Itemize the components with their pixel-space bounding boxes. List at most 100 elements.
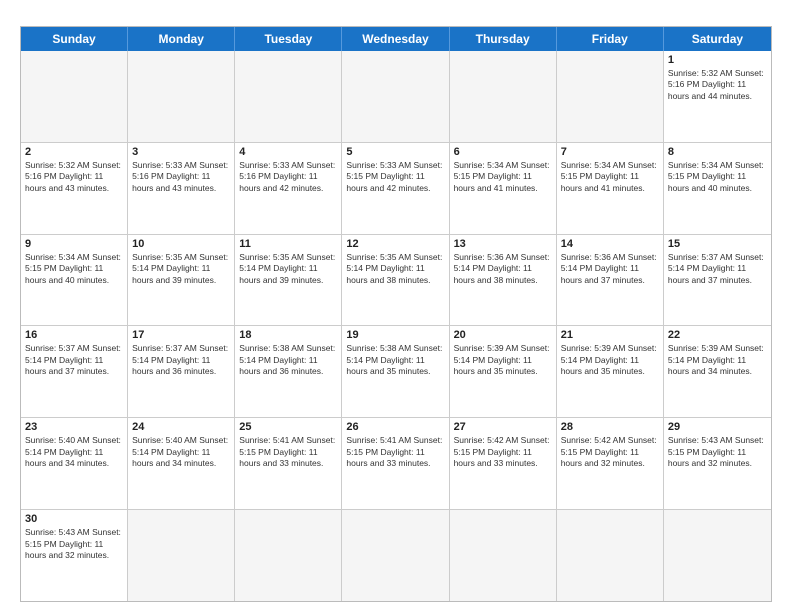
day-number: 21 [561, 329, 659, 341]
calendar-row-5: 30Sunrise: 5:43 AM Sunset: 5:15 PM Dayli… [21, 509, 771, 601]
day-number: 23 [25, 421, 123, 433]
day-number: 29 [668, 421, 767, 433]
day-cell-empty-5-1 [128, 510, 235, 601]
day-cell-empty-0-4 [450, 51, 557, 142]
day-cell-26: 26 Sunrise: 5:41 AM Sunset: 5:15 PM Dayli… [342, 418, 449, 509]
day-cell-19: 19 Sunrise: 5:38 AM Sunset: 5:14 PM Dayli… [342, 326, 449, 417]
day-info: Sunrise: 5:37 AM Sunset: 5:14 PM Dayligh… [25, 343, 123, 377]
day-number: 28 [561, 421, 659, 433]
day-cell-28: 28 Sunrise: 5:42 AM Sunset: 5:15 PM Dayli… [557, 418, 664, 509]
day-info: Sunrise: 5:37 AM Sunset: 5:14 PM Dayligh… [132, 343, 230, 377]
calendar-row-1: 2 Sunrise: 5:32 AM Sunset: 5:16 PM Daylig… [21, 142, 771, 234]
day-number: 20 [454, 329, 552, 341]
day-cell-23: 23 Sunrise: 5:40 AM Sunset: 5:14 PM Dayli… [21, 418, 128, 509]
day-number: 9 [25, 238, 123, 250]
day-cell-14: 14 Sunrise: 5:36 AM Sunset: 5:14 PM Dayli… [557, 235, 664, 326]
day-number: 6 [454, 146, 552, 158]
day-cell-10: 10 Sunrise: 5:35 AM Sunset: 5:14 PM Dayli… [128, 235, 235, 326]
day-cell-empty-5-5 [557, 510, 664, 601]
day-info: Sunrise: 5:43 AM Sunset: 5:15 PM Dayligh… [668, 435, 767, 469]
calendar-row-4: 23 Sunrise: 5:40 AM Sunset: 5:14 PM Dayli… [21, 417, 771, 509]
day-number: 24 [132, 421, 230, 433]
calendar-body: 1Sunrise: 5:32 AM Sunset: 5:16 PM Daylig… [21, 51, 771, 601]
day-cell-4: 4 Sunrise: 5:33 AM Sunset: 5:16 PM Daylig… [235, 143, 342, 234]
weekday-header-tuesday: Tuesday [235, 27, 342, 51]
day-info: Sunrise: 5:41 AM Sunset: 5:15 PM Dayligh… [346, 435, 444, 469]
day-cell-2: 2 Sunrise: 5:32 AM Sunset: 5:16 PM Daylig… [21, 143, 128, 234]
day-cell-empty-5-2 [235, 510, 342, 601]
day-number: 4 [239, 146, 337, 158]
day-cell-empty-5-6 [664, 510, 771, 601]
day-cell-30: 30Sunrise: 5:43 AM Sunset: 5:15 PM Dayli… [21, 510, 128, 601]
day-number: 10 [132, 238, 230, 250]
day-info: Sunrise: 5:41 AM Sunset: 5:15 PM Dayligh… [239, 435, 337, 469]
day-info: Sunrise: 5:32 AM Sunset: 5:16 PM Dayligh… [25, 160, 123, 194]
day-number: 14 [561, 238, 659, 250]
day-number: 15 [668, 238, 767, 250]
day-number: 26 [346, 421, 444, 433]
weekday-header-thursday: Thursday [450, 27, 557, 51]
day-cell-22: 22 Sunrise: 5:39 AM Sunset: 5:14 PM Dayli… [664, 326, 771, 417]
day-number: 3 [132, 146, 230, 158]
day-cell-17: 17 Sunrise: 5:37 AM Sunset: 5:14 PM Dayli… [128, 326, 235, 417]
day-cell-5: 5 Sunrise: 5:33 AM Sunset: 5:15 PM Daylig… [342, 143, 449, 234]
day-info: Sunrise: 5:38 AM Sunset: 5:14 PM Dayligh… [239, 343, 337, 377]
day-cell-7: 7 Sunrise: 5:34 AM Sunset: 5:15 PM Daylig… [557, 143, 664, 234]
calendar-header: SundayMondayTuesdayWednesdayThursdayFrid… [21, 27, 771, 51]
day-info: Sunrise: 5:33 AM Sunset: 5:16 PM Dayligh… [132, 160, 230, 194]
weekday-header-monday: Monday [128, 27, 235, 51]
day-cell-29: 29 Sunrise: 5:43 AM Sunset: 5:15 PM Dayli… [664, 418, 771, 509]
day-info: Sunrise: 5:39 AM Sunset: 5:14 PM Dayligh… [561, 343, 659, 377]
day-cell-9: 9 Sunrise: 5:34 AM Sunset: 5:15 PM Daylig… [21, 235, 128, 326]
day-info: Sunrise: 5:42 AM Sunset: 5:15 PM Dayligh… [561, 435, 659, 469]
weekday-header-sunday: Sunday [21, 27, 128, 51]
day-info: Sunrise: 5:40 AM Sunset: 5:14 PM Dayligh… [25, 435, 123, 469]
day-cell-8: 8Sunrise: 5:34 AM Sunset: 5:15 PM Daylig… [664, 143, 771, 234]
day-number: 25 [239, 421, 337, 433]
calendar-row-3: 16 Sunrise: 5:37 AM Sunset: 5:14 PM Dayli… [21, 325, 771, 417]
day-cell-11: 11 Sunrise: 5:35 AM Sunset: 5:14 PM Dayli… [235, 235, 342, 326]
day-cell-empty-0-2 [235, 51, 342, 142]
day-number: 8 [668, 146, 767, 158]
day-cell-27: 27Sunrise: 5:42 AM Sunset: 5:15 PM Dayli… [450, 418, 557, 509]
day-info: Sunrise: 5:39 AM Sunset: 5:14 PM Dayligh… [454, 343, 552, 377]
day-info: Sunrise: 5:39 AM Sunset: 5:14 PM Dayligh… [668, 343, 767, 377]
day-info: Sunrise: 5:38 AM Sunset: 5:14 PM Dayligh… [346, 343, 444, 377]
day-info: Sunrise: 5:33 AM Sunset: 5:15 PM Dayligh… [346, 160, 444, 194]
weekday-header-saturday: Saturday [664, 27, 771, 51]
day-cell-6: 6Sunrise: 5:34 AM Sunset: 5:15 PM Daylig… [450, 143, 557, 234]
day-number: 16 [25, 329, 123, 341]
day-info: Sunrise: 5:34 AM Sunset: 5:15 PM Dayligh… [561, 160, 659, 194]
day-cell-12: 12Sunrise: 5:35 AM Sunset: 5:14 PM Dayli… [342, 235, 449, 326]
day-number: 19 [346, 329, 444, 341]
day-cell-empty-0-5 [557, 51, 664, 142]
weekday-header-friday: Friday [557, 27, 664, 51]
day-number: 22 [668, 329, 767, 341]
day-cell-empty-0-3 [342, 51, 449, 142]
calendar-row-0: 1Sunrise: 5:32 AM Sunset: 5:16 PM Daylig… [21, 51, 771, 142]
day-cell-1: 1Sunrise: 5:32 AM Sunset: 5:16 PM Daylig… [664, 51, 771, 142]
day-number: 7 [561, 146, 659, 158]
day-cell-20: 20 Sunrise: 5:39 AM Sunset: 5:14 PM Dayli… [450, 326, 557, 417]
day-cell-3: 3 Sunrise: 5:33 AM Sunset: 5:16 PM Daylig… [128, 143, 235, 234]
day-number: 11 [239, 238, 337, 250]
day-info: Sunrise: 5:42 AM Sunset: 5:15 PM Dayligh… [454, 435, 552, 469]
day-info: Sunrise: 5:35 AM Sunset: 5:14 PM Dayligh… [239, 252, 337, 286]
day-number: 5 [346, 146, 444, 158]
day-cell-empty-0-0 [21, 51, 128, 142]
day-cell-25: 25 Sunrise: 5:41 AM Sunset: 5:15 PM Dayli… [235, 418, 342, 509]
day-info: Sunrise: 5:34 AM Sunset: 5:15 PM Dayligh… [25, 252, 123, 286]
day-cell-18: 18Sunrise: 5:38 AM Sunset: 5:14 PM Dayli… [235, 326, 342, 417]
calendar: SundayMondayTuesdayWednesdayThursdayFrid… [20, 26, 772, 602]
day-number: 2 [25, 146, 123, 158]
day-number: 30 [25, 513, 123, 525]
day-info: Sunrise: 5:35 AM Sunset: 5:14 PM Dayligh… [346, 252, 444, 286]
day-cell-empty-5-4 [450, 510, 557, 601]
day-info: Sunrise: 5:35 AM Sunset: 5:14 PM Dayligh… [132, 252, 230, 286]
day-cell-empty-5-3 [342, 510, 449, 601]
day-cell-24: 24Sunrise: 5:40 AM Sunset: 5:14 PM Dayli… [128, 418, 235, 509]
day-info: Sunrise: 5:36 AM Sunset: 5:14 PM Dayligh… [561, 252, 659, 286]
page: General Blue SundayMondayTuesdayWednesda… [0, 0, 792, 612]
day-number: 17 [132, 329, 230, 341]
day-info: Sunrise: 5:33 AM Sunset: 5:16 PM Dayligh… [239, 160, 337, 194]
